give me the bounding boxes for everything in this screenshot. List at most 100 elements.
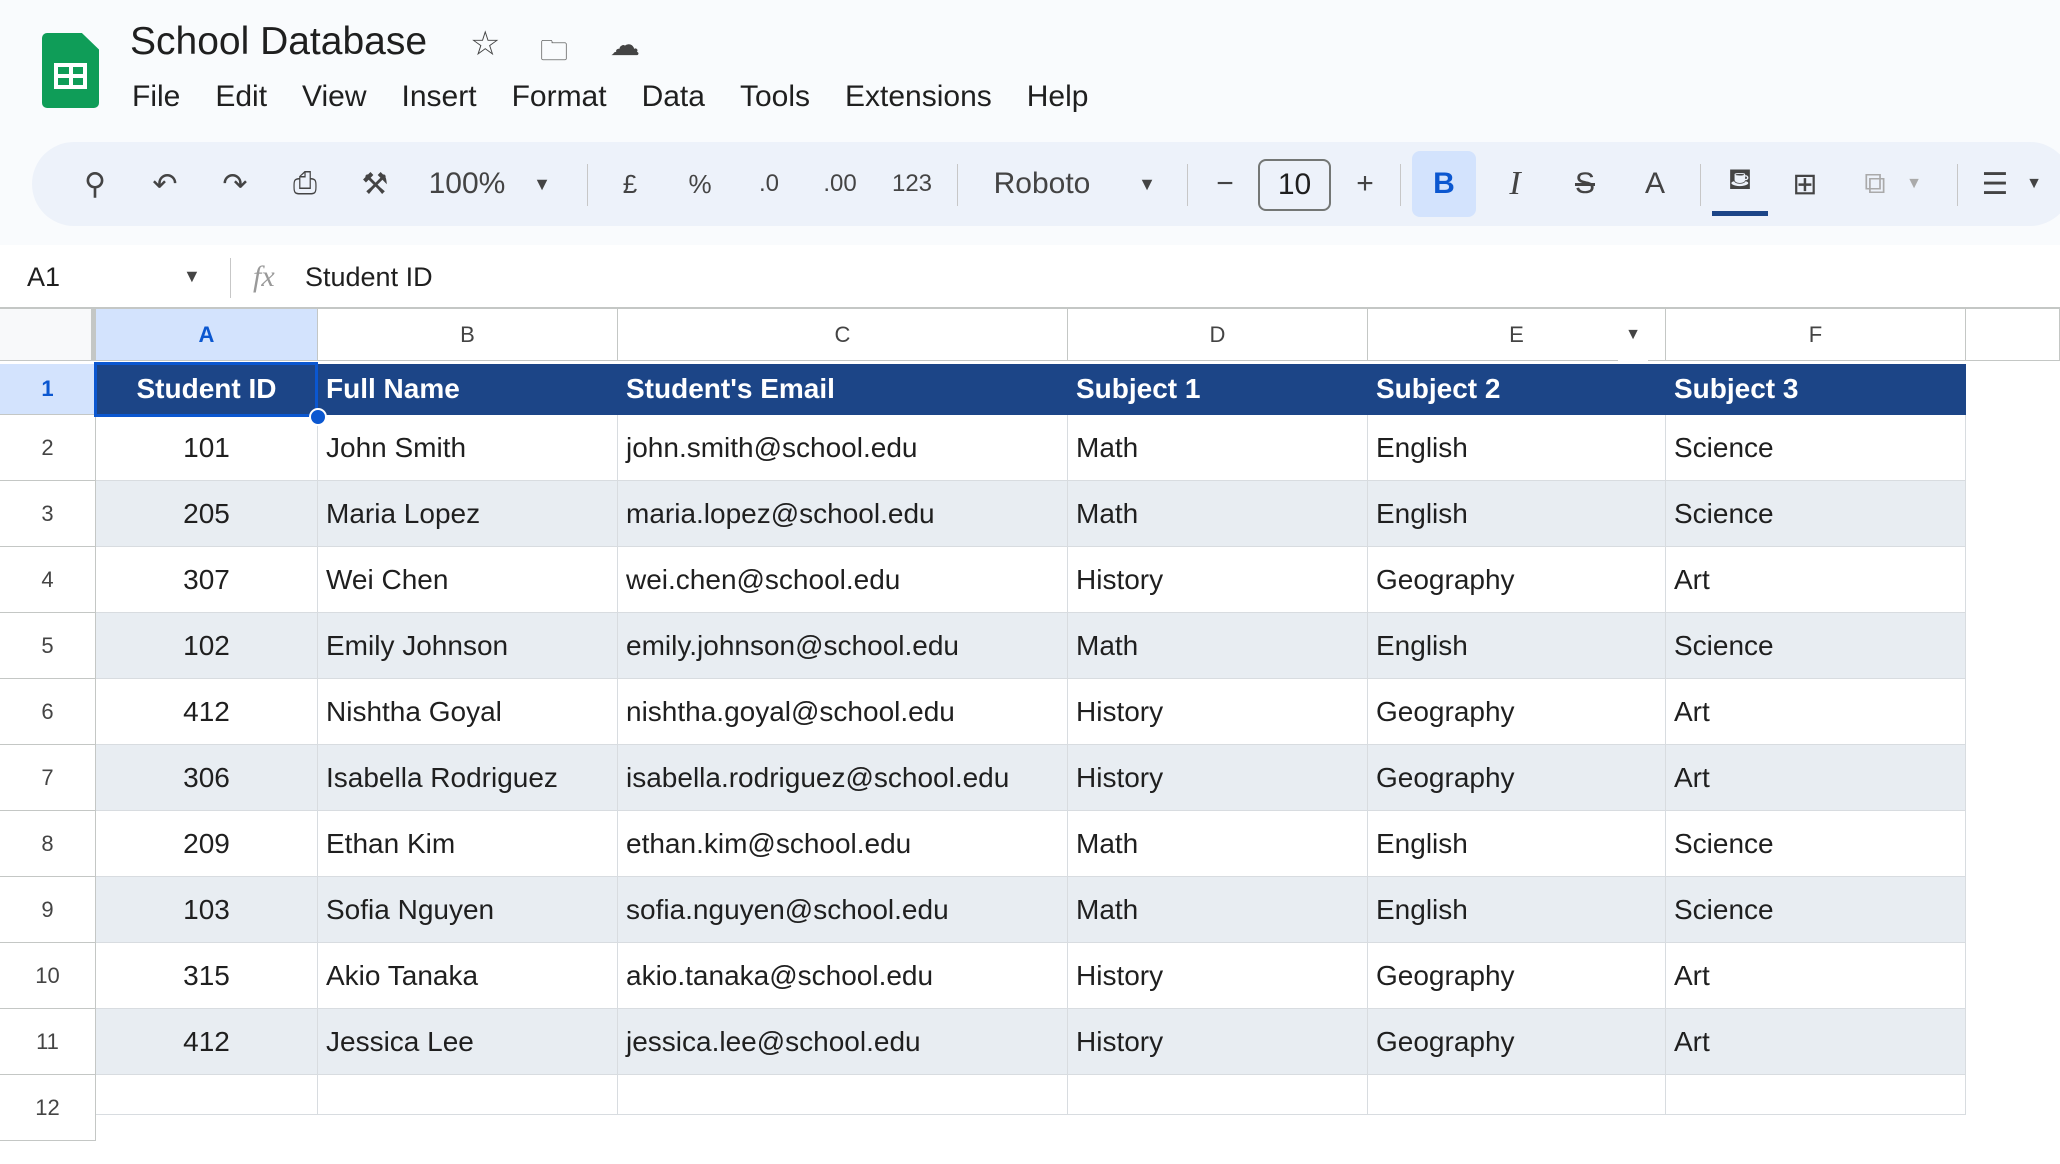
table-cell[interactable]: Isabella Rodriguez (318, 745, 618, 811)
header-cell[interactable]: Full Name (318, 364, 618, 415)
italic-button[interactable]: I (1492, 142, 1538, 226)
filter-dropdown-icon[interactable]: ▼ (1618, 309, 1648, 361)
table-cell[interactable]: Art (1666, 679, 1966, 745)
row-header-4[interactable]: 4 (0, 547, 96, 613)
table-cell[interactable]: Geography (1368, 547, 1666, 613)
table-cell[interactable]: Science (1666, 415, 1966, 481)
table-cell[interactable]: john.smith@school.edu (618, 415, 1068, 481)
menu-extensions[interactable]: Extensions (845, 80, 992, 114)
fill-handle[interactable] (309, 408, 327, 426)
table-cell[interactable]: wei.chen@school.edu (618, 547, 1068, 613)
table-cell[interactable]: 101 (96, 415, 318, 481)
cloud-status-icon[interactable]: ☁ (610, 28, 640, 63)
table-cell[interactable]: Art (1666, 943, 1966, 1009)
menu-tools[interactable]: Tools (740, 80, 810, 114)
table-cell[interactable] (618, 1075, 1068, 1115)
table-cell[interactable]: maria.lopez@school.edu (618, 481, 1068, 547)
table-cell[interactable]: emily.johnson@school.edu (618, 613, 1068, 679)
decrease-font-size-icon[interactable]: − (1202, 142, 1248, 226)
table-cell[interactable]: English (1368, 613, 1666, 679)
table-cell[interactable] (1666, 1075, 1966, 1115)
table-cell[interactable]: 103 (96, 877, 318, 943)
table-cell[interactable]: Science (1666, 613, 1966, 679)
table-cell[interactable]: History (1068, 1009, 1368, 1075)
table-cell[interactable]: History (1068, 745, 1368, 811)
table-cell[interactable]: English (1368, 481, 1666, 547)
row-header-1[interactable]: 1 (0, 364, 96, 415)
table-cell[interactable]: Math (1068, 811, 1368, 877)
table-cell[interactable]: 412 (96, 679, 318, 745)
number-format-button[interactable]: 123 (887, 142, 937, 226)
bold-button[interactable]: B (1412, 151, 1476, 217)
table-cell[interactable]: 315 (96, 943, 318, 1009)
table-cell[interactable]: Math (1068, 481, 1368, 547)
table-cell[interactable]: Art (1666, 745, 1966, 811)
table-cell[interactable]: Emily Johnson (318, 613, 618, 679)
text-color-button[interactable]: A (1632, 142, 1678, 226)
table-cell[interactable]: Math (1068, 415, 1368, 481)
column-header-c[interactable]: C (618, 309, 1068, 361)
table-cell[interactable]: John Smith (318, 415, 618, 481)
table-cell[interactable]: 102 (96, 613, 318, 679)
table-cell[interactable]: English (1368, 877, 1666, 943)
table-cell[interactable]: Akio Tanaka (318, 943, 618, 1009)
fill-color-icon[interactable]: ⛾ (1712, 152, 1768, 216)
table-cell[interactable]: Science (1666, 877, 1966, 943)
column-header-d[interactable]: D (1068, 309, 1368, 361)
table-cell[interactable]: History (1068, 679, 1368, 745)
table-cell[interactable] (1068, 1075, 1368, 1115)
header-cell[interactable]: Subject 2 (1368, 364, 1666, 415)
table-cell[interactable] (318, 1075, 618, 1115)
menu-insert[interactable]: Insert (402, 80, 477, 114)
column-header-b[interactable]: B (318, 309, 618, 361)
table-cell[interactable]: sofia.nguyen@school.edu (618, 877, 1068, 943)
table-cell[interactable]: Maria Lopez (318, 481, 618, 547)
menu-edit[interactable]: Edit (215, 80, 267, 114)
table-cell[interactable]: 306 (96, 745, 318, 811)
row-header-12[interactable]: 12 (0, 1075, 96, 1141)
header-cell[interactable]: Subject 3 (1666, 364, 1966, 415)
column-header-empty[interactable] (1966, 309, 2060, 361)
chevron-down-icon[interactable]: ▼ (527, 142, 557, 226)
table-cell[interactable]: Geography (1368, 679, 1666, 745)
move-folder-icon[interactable]: 🗀 (540, 30, 568, 78)
table-cell[interactable]: Nishtha Goyal (318, 679, 618, 745)
chevron-down-icon[interactable]: ▼ (2022, 142, 2046, 226)
formula-input[interactable]: Student ID (305, 262, 433, 293)
table-cell[interactable]: isabella.rodriguez@school.edu (618, 745, 1068, 811)
percent-button[interactable]: % (677, 142, 723, 226)
font-size-input[interactable]: 10 (1258, 159, 1331, 211)
header-cell[interactable]: Student's Email (618, 364, 1068, 415)
borders-icon[interactable]: ⊞ (1782, 142, 1828, 226)
table-cell[interactable]: Math (1068, 877, 1368, 943)
table-cell[interactable]: Math (1068, 613, 1368, 679)
font-select[interactable]: Roboto (982, 142, 1102, 226)
table-cell[interactable]: English (1368, 811, 1666, 877)
search-icon[interactable]: ⚲ (72, 142, 118, 226)
chevron-down-icon[interactable]: ▼ (1902, 142, 1926, 226)
row-header-6[interactable]: 6 (0, 679, 96, 745)
menu-data[interactable]: Data (642, 80, 705, 114)
print-icon[interactable]: ⎙ (282, 142, 328, 226)
column-header-a[interactable]: A (96, 309, 318, 361)
decrease-decimal-button[interactable]: .0 (744, 142, 794, 226)
table-cell[interactable]: Wei Chen (318, 547, 618, 613)
table-cell[interactable]: Geography (1368, 745, 1666, 811)
table-cell[interactable]: Art (1666, 547, 1966, 613)
table-cell[interactable]: akio.tanaka@school.edu (618, 943, 1068, 1009)
chevron-down-icon[interactable]: ▼ (183, 266, 201, 287)
align-icon[interactable]: ☰ (1972, 142, 2018, 226)
row-header-2[interactable]: 2 (0, 415, 96, 481)
table-cell[interactable]: Ethan Kim (318, 811, 618, 877)
strikethrough-icon[interactable]: S (1562, 142, 1608, 226)
column-header-f[interactable]: F (1666, 309, 1966, 361)
row-header-10[interactable]: 10 (0, 943, 96, 1009)
zoom-select[interactable]: 100% (422, 142, 512, 226)
select-all-corner[interactable] (0, 309, 96, 361)
table-cell[interactable]: History (1068, 943, 1368, 1009)
redo-icon[interactable]: ↷ (212, 142, 258, 226)
row-header-5[interactable]: 5 (0, 613, 96, 679)
merge-cells-icon[interactable]: ⧉ (1852, 142, 1898, 226)
table-cell[interactable]: 209 (96, 811, 318, 877)
menu-help[interactable]: Help (1027, 80, 1089, 114)
